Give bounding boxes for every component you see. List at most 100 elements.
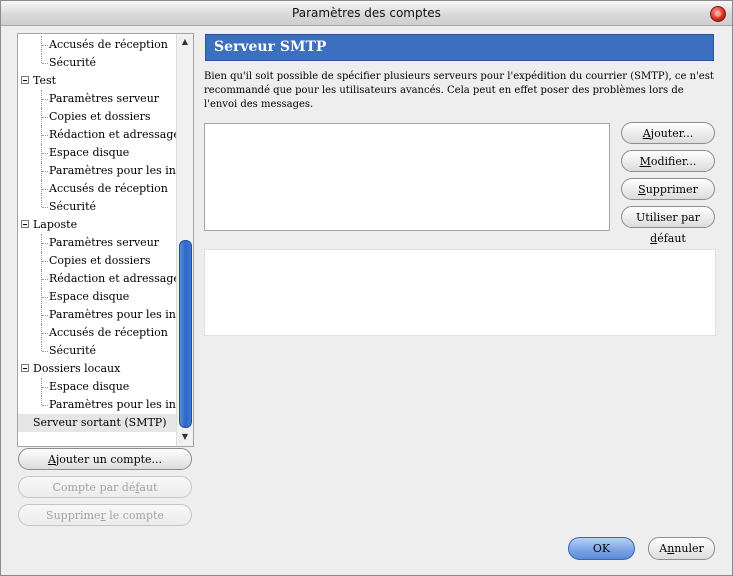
button-accesskey: S xyxy=(638,183,646,196)
tree-connector xyxy=(41,126,42,144)
tree-connector xyxy=(41,306,42,324)
tree-connector xyxy=(41,198,42,207)
tree-subitem[interactable]: Sécurité xyxy=(18,198,176,216)
tree-connector xyxy=(42,117,48,118)
tree-connector xyxy=(42,351,48,352)
button-label: odifier... xyxy=(650,155,697,168)
button-accesskey: A xyxy=(642,127,651,140)
modify-server-button[interactable]: Modifier... xyxy=(621,150,715,172)
tree-scrollbar[interactable]: ▲ ▼ xyxy=(176,34,193,446)
tree-subitem[interactable]: Accusés de réception xyxy=(18,36,176,54)
tree-item-label: Paramètres pour les indé... xyxy=(49,308,176,321)
button-label: Utiliser par xyxy=(635,211,700,224)
minus-box-icon[interactable] xyxy=(21,364,29,372)
minus-box-icon[interactable] xyxy=(21,76,29,84)
tree-item-label: Paramètres pour les indé... xyxy=(49,164,176,177)
tree-list: Accusés de réception Sécurité Test Paramètr… xyxy=(18,34,176,446)
tree-subitem[interactable]: Copies et dossiers xyxy=(18,108,176,126)
tree-connector xyxy=(42,189,48,190)
tree-connector xyxy=(42,261,48,262)
page-title: Serveur SMTP xyxy=(214,39,327,55)
tree-connector xyxy=(42,315,48,316)
minus-box-icon[interactable] xyxy=(21,220,29,228)
tree-subitem[interactable]: Paramètres pour les indé... xyxy=(18,396,176,414)
tree-subitem[interactable]: Paramètres pour les indé... xyxy=(18,306,176,324)
tree-connector xyxy=(41,180,42,198)
tree-connector xyxy=(41,90,42,108)
tree-connector xyxy=(42,279,48,280)
button-label: le compte xyxy=(105,509,164,522)
arrow-up-icon[interactable]: ▲ xyxy=(179,36,191,48)
scrollbar-thumb[interactable] xyxy=(179,240,192,428)
tree-connector xyxy=(41,378,42,396)
tree-item-label: Paramètres serveur xyxy=(49,236,160,249)
server-details-panel xyxy=(204,249,716,336)
button-label: Supprime xyxy=(46,509,101,522)
tree-item-label: Paramètres serveur xyxy=(49,92,160,105)
tree-subitem[interactable]: Espace disque xyxy=(18,144,176,162)
tree-item-label: Laposte xyxy=(33,218,78,231)
smtp-description: Bien qu'il soit possible de spécifier pl… xyxy=(204,71,714,110)
add-account-button[interactable]: Ajouter un compte... xyxy=(18,448,192,470)
tree-connector xyxy=(42,207,48,208)
button-label: nuler xyxy=(674,542,704,555)
tree-connector xyxy=(41,252,42,270)
button-label: éfaut xyxy=(657,232,686,245)
tree-account-item[interactable]: Test xyxy=(18,72,176,90)
delete-server-button[interactable]: Supprimer xyxy=(621,178,715,200)
tree-subitem[interactable]: Rédaction et adressage xyxy=(18,270,176,288)
button-label: A xyxy=(659,542,668,555)
ok-button[interactable]: OK xyxy=(568,537,635,560)
tree-item-label: Test xyxy=(33,74,57,87)
tree-connector xyxy=(42,45,48,46)
arrow-down-icon[interactable]: ▼ xyxy=(179,431,191,443)
tree-subitem[interactable]: Paramètres serveur xyxy=(18,90,176,108)
tree-subitem[interactable]: Espace disque xyxy=(18,378,176,396)
tree-connector xyxy=(41,162,42,180)
button-label: upprimer xyxy=(645,183,698,196)
tree-subitem[interactable]: Espace disque xyxy=(18,288,176,306)
default-account-button[interactable]: Compte par défaut xyxy=(18,476,192,498)
tree-connector xyxy=(41,234,42,252)
tree-connector xyxy=(42,387,48,388)
tree-connector xyxy=(42,99,48,100)
tree-subitem[interactable]: Copies et dossiers xyxy=(18,252,176,270)
tree-item-label: Sécurité xyxy=(49,56,96,69)
close-icon[interactable] xyxy=(710,6,726,22)
tree-subitem[interactable]: Accusés de réception xyxy=(18,180,176,198)
tree-subitem[interactable]: Rédaction et adressage xyxy=(18,126,176,144)
button-label: jouter... xyxy=(650,127,694,140)
tree-connector xyxy=(42,63,48,64)
tree-account-item[interactable]: Serveur sortant (SMTP) xyxy=(18,414,176,432)
button-label: jouter un compte... xyxy=(55,453,163,466)
delete-account-button[interactable]: Supprimer le compte xyxy=(18,504,192,526)
tree-subitem[interactable]: Sécurité xyxy=(18,342,176,360)
tree-item-label: Accusés de réception xyxy=(49,182,168,195)
tree-item-label: Copies et dossiers xyxy=(49,110,151,123)
tree-subitem[interactable]: Paramètres serveur xyxy=(18,234,176,252)
tree-connector xyxy=(42,297,48,298)
tree-account-item[interactable]: Dossiers locaux xyxy=(18,360,176,378)
cancel-button[interactable]: Annuler xyxy=(648,537,715,560)
tree-account-item[interactable]: Laposte xyxy=(18,216,176,234)
tree-connector xyxy=(41,108,42,126)
account-settings-window: Paramètres des comptes Accusés de récept… xyxy=(0,0,733,576)
tree-connector xyxy=(42,333,48,334)
add-server-button[interactable]: Ajouter... xyxy=(621,122,715,144)
tree-item-label: Accusés de réception xyxy=(49,326,168,339)
tree-connector xyxy=(41,396,42,405)
tree-subitem[interactable]: Paramètres pour les indé... xyxy=(18,162,176,180)
set-default-server-button[interactable]: Utiliser par défaut xyxy=(621,206,715,245)
tree-item-label: Rédaction et adressage xyxy=(49,128,176,141)
tree-connector xyxy=(42,135,48,136)
tree-item-label: Serveur sortant (SMTP) xyxy=(33,416,167,429)
button-accesskey: M xyxy=(639,155,651,168)
tree-subitem[interactable]: Accusés de réception xyxy=(18,324,176,342)
tree-item-label: Accusés de réception xyxy=(49,38,168,51)
tree-connector xyxy=(42,405,48,406)
tree-item-label: Espace disque xyxy=(49,380,130,393)
tree-connector xyxy=(41,54,42,63)
tree-connector xyxy=(41,288,42,306)
tree-subitem[interactable]: Sécurité xyxy=(18,54,176,72)
smtp-server-list[interactable] xyxy=(204,123,610,231)
